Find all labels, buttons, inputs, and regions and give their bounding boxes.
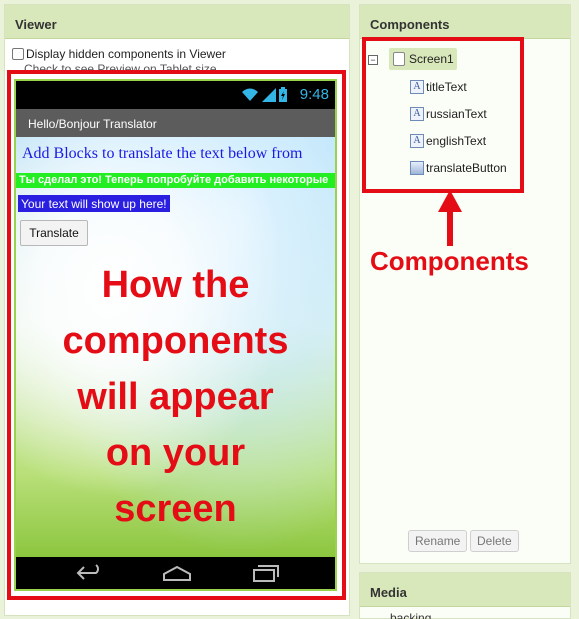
media-panel: Media [359, 572, 571, 619]
arrow-up-icon [438, 190, 462, 212]
display-hidden-components-toggle[interactable]: Display hidden components in Viewer [12, 47, 226, 61]
media-header: Media [360, 573, 570, 607]
delete-button[interactable]: Delete [470, 530, 519, 552]
viewer-header: Viewer [5, 5, 349, 39]
rename-button[interactable]: Rename [408, 530, 468, 552]
viewer-annotation-box [7, 70, 346, 600]
media-list-item[interactable]: backing [390, 613, 431, 619]
components-annotation-box [362, 37, 524, 193]
arrow-shaft [447, 210, 453, 246]
components-header: Components [360, 5, 570, 39]
display-hidden-checkbox[interactable] [12, 48, 24, 60]
display-hidden-label: Display hidden components in Viewer [26, 47, 226, 61]
components-annotation-caption: Components [370, 246, 529, 276]
